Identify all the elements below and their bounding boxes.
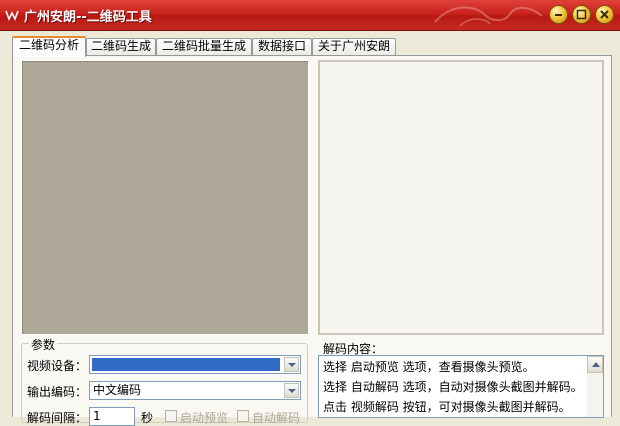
result-line: 点击 视频解码 按钮，可对摄像头截图并解码。 (323, 400, 571, 414)
chevron-up-icon (592, 362, 600, 367)
auto-decode-label: 自动解码 (252, 411, 301, 425)
chevron-down-icon (288, 363, 296, 367)
output-encoding-select[interactable]: 中文编码 (89, 381, 301, 400)
output-encoding-value: 中文编码 (93, 383, 142, 397)
client-area: 二维码分析 二维码生成 二维码批量生成 数据接口 关于广州安朗 参数 视频设备：… (0, 31, 620, 426)
tab-about[interactable]: 关于广州安朗 (312, 38, 396, 55)
tab-qr-generate[interactable]: 二维码生成 (86, 38, 156, 55)
chevron-down-icon (288, 389, 296, 393)
result-textarea[interactable]: 选择 启动预览 选项，查看摄像头预览。 选择 自动解码 选项，自动对摄像头截图并… (318, 355, 604, 418)
video-device-label: 视频设备： (27, 359, 88, 373)
output-encoding-label: 输出编码： (27, 385, 88, 399)
title-bar[interactable]: 广州安朗--二维码工具 (0, 0, 620, 31)
interval-label: 解码间隔： (27, 411, 88, 425)
auto-decode-checkbox[interactable] (237, 410, 249, 422)
auto-preview-checkbox[interactable] (165, 410, 177, 422)
restore-button[interactable] (572, 5, 591, 24)
video-device-selection (92, 358, 280, 371)
close-icon (600, 10, 609, 19)
result-line: 选择 自动解码 选项，自动对摄像头截图并解码。 (323, 380, 583, 394)
title-decoration (434, 6, 543, 27)
app-logo-icon (5, 10, 19, 21)
tab-qr-analysis[interactable]: 二维码分析 (12, 36, 86, 57)
result-line: 选择 启动预览 选项，查看摄像头预览。 (323, 360, 535, 374)
params-legend: 参数 (29, 336, 58, 353)
scroll-up-button[interactable] (587, 356, 603, 373)
captured-image-view (318, 60, 604, 335)
tab-panel-analysis: 参数 视频设备： 输出编码： 中文编码 解码间隔： 1 秒 启动预览 自动解码 … (12, 55, 612, 426)
interval-unit: 秒 (141, 411, 154, 425)
restore-icon (576, 9, 587, 20)
output-encoding-dropdown-button[interactable] (284, 383, 299, 398)
tab-data-interface[interactable]: 数据接口 (252, 38, 312, 55)
video-device-dropdown-button[interactable] (284, 357, 299, 372)
result-scrollbar[interactable] (587, 356, 603, 417)
auto-preview-label: 启动预览 (180, 411, 229, 425)
window-title: 广州安朗--二维码工具 (24, 10, 152, 25)
minimize-button[interactable] (549, 5, 568, 24)
minimize-icon (555, 14, 562, 16)
camera-preview (21, 60, 309, 335)
close-button[interactable] (595, 5, 614, 24)
tab-qr-batch[interactable]: 二维码批量生成 (156, 38, 252, 55)
video-device-select[interactable] (89, 355, 301, 374)
